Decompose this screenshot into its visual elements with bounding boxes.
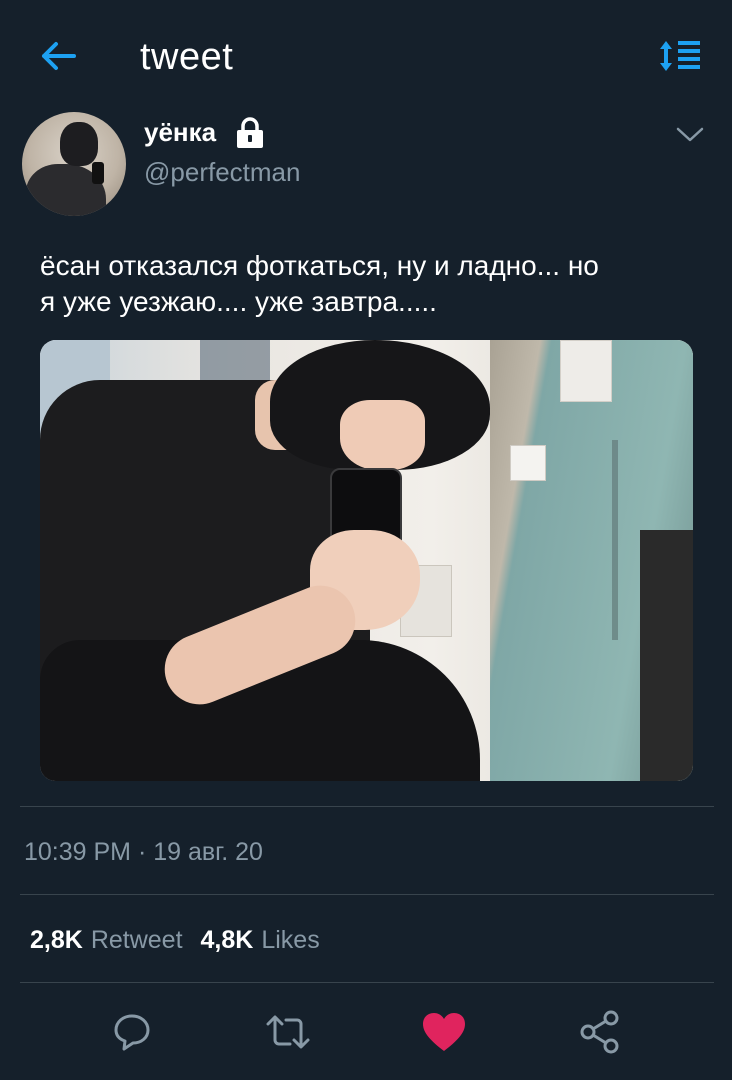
like-button[interactable] (420, 1008, 468, 1056)
likes-label: Likes (261, 926, 320, 954)
author-handle[interactable]: @perfectman (144, 156, 300, 188)
sort-list-icon (660, 41, 700, 71)
likes-count: 4,8K (200, 926, 254, 954)
share-button[interactable] (576, 1008, 624, 1056)
tweet-menu-button[interactable] (672, 120, 708, 150)
divider (20, 982, 714, 983)
reply-button[interactable] (108, 1008, 156, 1056)
tweet-photo[interactable] (40, 340, 693, 781)
reply-icon (114, 1014, 150, 1051)
tweet-text-line: я уже уезжаю.... уже завтра..... (40, 286, 437, 317)
retweet-button[interactable] (264, 1008, 312, 1056)
retweets-stat[interactable]: 2,8K Retweet (30, 924, 201, 956)
sort-replies-button[interactable] (654, 34, 706, 78)
likes-stat[interactable]: 4,8K Likes (201, 924, 338, 956)
heart-icon (423, 1013, 465, 1051)
tweet-actions-bar (0, 1000, 732, 1064)
retweets-label: Retweet (90, 926, 183, 954)
tweet-text-line: ёсан отказался фоткаться, ну и ладно... … (40, 250, 599, 281)
share-icon (580, 1010, 619, 1054)
lock-icon (237, 117, 263, 148)
retweet-icon (266, 1015, 310, 1049)
author-avatar[interactable] (22, 112, 126, 216)
tweet-stats: 2,8K Retweet 4,8K Likes (30, 924, 338, 956)
divider (20, 806, 714, 807)
chevron-down-icon (676, 127, 704, 142)
retweets-count: 2,8K (30, 926, 83, 954)
tweet-text: ёсан отказался фоткаться, ну и ладно... … (40, 248, 710, 320)
arrow-left-icon (42, 42, 76, 70)
tweet-timestamp: 10:39 PM · 19 авг. 20 (24, 838, 263, 866)
author-display-name[interactable]: уёнка (144, 116, 216, 148)
page-title: tweet (140, 36, 234, 78)
top-app-bar: tweet (0, 0, 732, 110)
back-button[interactable] (36, 36, 80, 76)
divider (20, 894, 714, 895)
